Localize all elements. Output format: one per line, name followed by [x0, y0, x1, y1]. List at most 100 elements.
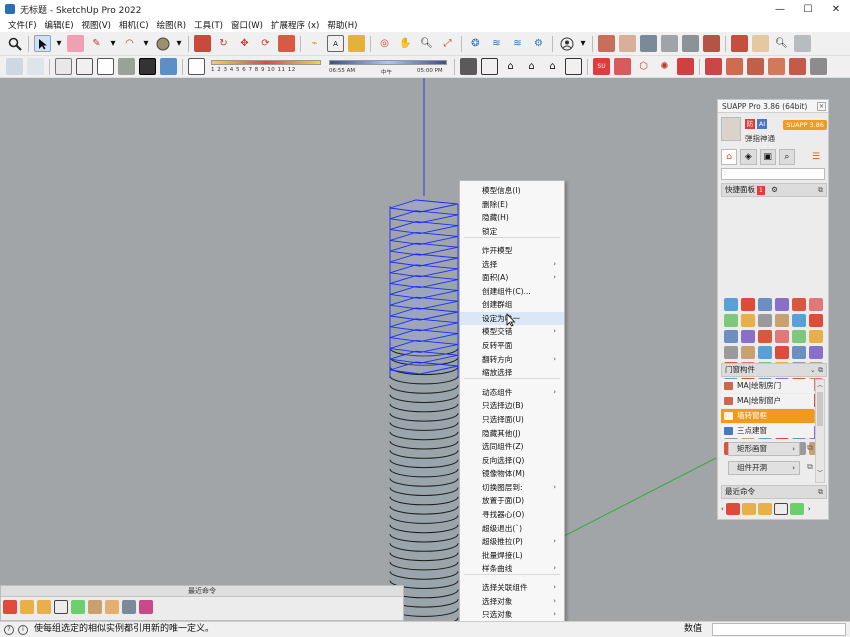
recent-tool-icon[interactable]	[773, 503, 788, 515]
context-menu-item[interactable]: 选择关联组件 ›	[460, 581, 564, 594]
iso-view-icon[interactable]	[6, 58, 23, 75]
context-menu-item[interactable]: 镜像物体(M)	[460, 467, 564, 480]
context-menu-item[interactable]: 只选择面(U)	[460, 413, 564, 426]
context-menu-item[interactable]: 超级退出(`)	[460, 522, 564, 535]
security-badge[interactable]: 防	[745, 119, 755, 129]
chevron-down-icon[interactable]: ⌄ ⧉	[810, 364, 823, 376]
plugin-tool-icon[interactable]	[747, 58, 764, 75]
rect-window-button[interactable]: 矩形画窗 ›	[728, 442, 800, 456]
quick-tool-icon[interactable]	[758, 298, 772, 311]
recent-tool-icon[interactable]	[789, 503, 804, 515]
text-tool-icon[interactable]: A	[327, 35, 344, 52]
plugin-tool-icon[interactable]	[731, 35, 748, 52]
plugin-tool-icon[interactable]	[661, 35, 678, 52]
recent-tool-icon[interactable]	[88, 600, 102, 614]
quick-tool-icon[interactable]	[809, 330, 823, 343]
pan-hand-icon[interactable]: ✋	[397, 35, 414, 52]
expand-icon[interactable]: ⧉	[818, 184, 823, 196]
menu-extensions[interactable]: 扩展程序 (x)	[267, 19, 323, 31]
plugin-tool-icon[interactable]	[682, 35, 699, 52]
search-icon[interactable]: ⌕	[778, 149, 795, 165]
search-icon[interactable]: 🔍︎	[773, 35, 790, 52]
recent-tool-icon[interactable]	[37, 600, 51, 614]
context-menu-item[interactable]: 反转平面	[460, 339, 564, 352]
recent-section-header[interactable]: 最近命令 ⧉	[721, 485, 827, 499]
maximize-button[interactable]: ☐	[794, 0, 822, 18]
menu-help[interactable]: 帮助(H)	[323, 19, 361, 31]
zoom-tool-icon[interactable]: 🔍︎	[418, 35, 435, 52]
menu-tools[interactable]: 工具(T)	[190, 19, 227, 31]
quick-tool-icon[interactable]	[758, 330, 772, 343]
context-menu-item[interactable]: 缩放选择	[460, 366, 564, 379]
rotate-icon[interactable]: ⟳	[257, 35, 274, 52]
chevron-down-icon[interactable]: ▾	[55, 35, 63, 52]
extension-warehouse-icon[interactable]: ≋	[488, 35, 505, 52]
recent-tool-icon[interactable]	[725, 503, 740, 515]
chevron-down-icon[interactable]: ▾	[109, 35, 117, 52]
context-menu-item[interactable]: 创建组件(C)...	[460, 285, 564, 298]
doors-scrollbar[interactable]: ︿ ﹀	[815, 379, 825, 483]
menu-camera[interactable]: 相机(C)	[115, 19, 153, 31]
quick-tool-icon[interactable]	[741, 330, 755, 343]
zoom-icon[interactable]	[6, 35, 23, 52]
recent-tool-icon[interactable]	[71, 600, 85, 614]
suapp-icon[interactable]: SU	[593, 58, 610, 75]
line-pencil-icon[interactable]: ✎	[88, 35, 105, 52]
menu-view[interactable]: 视图(V)	[78, 19, 115, 31]
recent-tool-icon[interactable]	[122, 600, 136, 614]
context-menu-item[interactable]: 面积(A) ›	[460, 271, 564, 284]
quick-tool-icon[interactable]	[741, 314, 755, 327]
context-menu-item[interactable]: 反向选择(Q)	[460, 454, 564, 467]
context-menu-item[interactable]: 炸开模型	[460, 244, 564, 257]
chevron-down-icon[interactable]: ﹀	[816, 468, 824, 478]
quick-tool-icon[interactable]	[792, 330, 806, 343]
context-menu-item[interactable]: 切换图层到: ›	[460, 481, 564, 494]
list-item[interactable]: 墙转窗框	[721, 409, 814, 423]
help-icon[interactable]: ?	[4, 624, 14, 635]
chevron-left-icon[interactable]: ‹	[721, 505, 724, 513]
context-menu-item[interactable]: 样条曲线 ›	[460, 562, 564, 575]
monochrome-style-icon[interactable]	[160, 58, 177, 75]
layers-icon[interactable]: ◈	[740, 149, 757, 165]
plugin-tool-icon[interactable]	[810, 58, 827, 75]
quick-tool-icon[interactable]	[741, 298, 755, 311]
recent-tool-icon[interactable]	[757, 503, 772, 515]
eraser-icon[interactable]	[67, 35, 84, 52]
quick-tool-icon[interactable]	[792, 346, 806, 359]
quick-tool-icon[interactable]	[741, 346, 755, 359]
list-item[interactable]: 三点建窗	[721, 424, 814, 438]
orbit-icon[interactable]: ◎	[376, 35, 393, 52]
close-button[interactable]: ✕	[822, 0, 850, 18]
recent-tool-icon[interactable]	[139, 600, 153, 614]
house-icon[interactable]: ⌂	[502, 58, 519, 75]
cube-icon[interactable]: ▣	[759, 149, 776, 165]
context-menu-item[interactable]: 隐藏(H)	[460, 211, 564, 224]
menu-file[interactable]: 文件(F)	[4, 19, 41, 31]
context-menu-item[interactable]: 放置于面(D)	[460, 494, 564, 507]
plugin-tool-icon[interactable]	[789, 58, 806, 75]
shadows-toggle-icon[interactable]	[188, 58, 205, 75]
list-menu-icon[interactable]: ☰	[808, 149, 825, 165]
quick-tool-icon[interactable]	[724, 298, 738, 311]
context-menu-item[interactable]: 翻转方向 ›	[460, 353, 564, 366]
quick-tool-icon[interactable]	[792, 298, 806, 311]
plugin-tool-icon[interactable]	[640, 35, 657, 52]
context-menu-item[interactable]: 选择对象 ›	[460, 595, 564, 608]
chevron-right-icon[interactable]: ›	[808, 505, 811, 513]
context-menu-item[interactable]: 寻找器心(O)	[460, 508, 564, 521]
plugin-tool-icon[interactable]	[677, 58, 694, 75]
context-menu-item[interactable]: 动态组件 ›	[460, 386, 564, 399]
ai-badge[interactable]: AI	[757, 119, 767, 129]
zoom-extents-icon[interactable]: ⤢	[439, 35, 456, 52]
select-arrow-icon[interactable]	[34, 35, 51, 52]
info-icon[interactable]: i	[18, 624, 28, 635]
menu-window[interactable]: 窗口(W)	[227, 19, 267, 31]
chevron-up-icon[interactable]: ︿	[816, 380, 824, 390]
panel-search-input[interactable]: :	[721, 168, 825, 180]
recent-tool-icon[interactable]	[105, 600, 119, 614]
context-menu-item[interactable]: 选择 ›	[460, 258, 564, 271]
layout-send-icon[interactable]: ≋	[509, 35, 526, 52]
context-menu-item[interactable]: 批量焊接(L)	[460, 549, 564, 562]
quick-tool-icon[interactable]	[724, 314, 738, 327]
avatar[interactable]	[721, 117, 741, 141]
